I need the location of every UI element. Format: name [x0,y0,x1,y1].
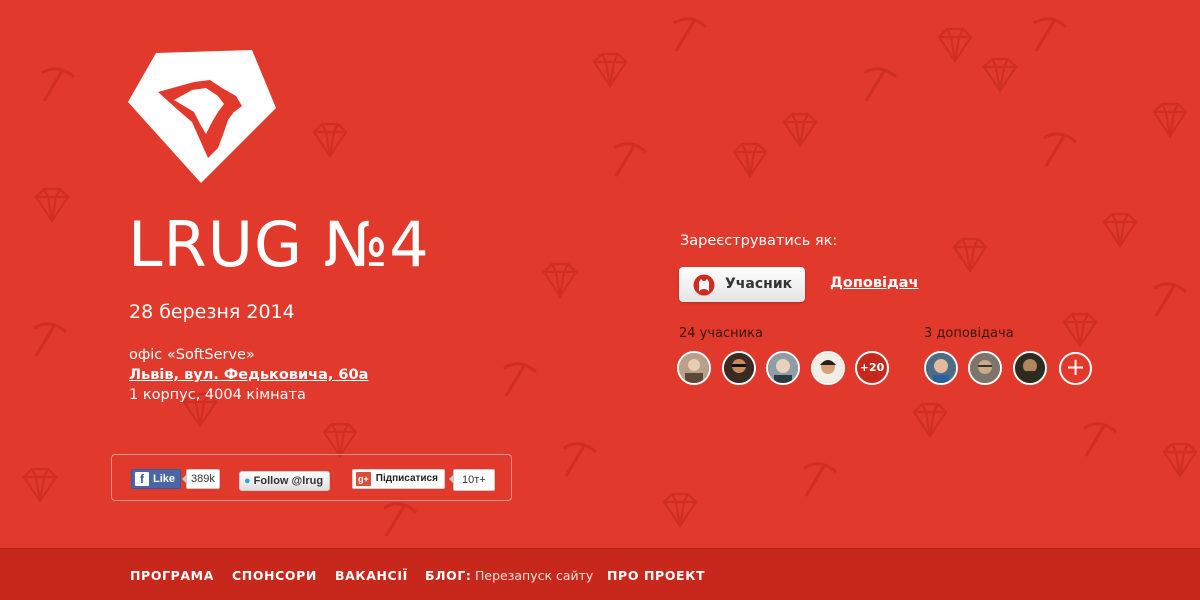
event-venue: офіс «SoftServe» Львів, вул. Федьковича,… [129,345,368,405]
speaker-avatar[interactable] [924,351,958,385]
facebook-like-widget: f Like 389k [131,469,220,489]
venue-address-link[interactable]: Львів, вул. Федьковича, 60а [129,365,368,385]
twitter-icon: ● [244,475,251,487]
gplus-icon: g+ [356,472,371,486]
twitter-follow-widget: ● Follow @lrug [239,469,331,491]
nav-sponsors[interactable]: СПОНСОРИ [232,568,317,583]
nav-jobs[interactable]: ВАКАНСІЇ [335,568,408,583]
register-member-label: Учасник [725,276,793,292]
add-speaker-button[interactable]: + [1059,352,1092,385]
gplus-widget: g+ Підписатися 10т+ [352,469,495,491]
register-speaker-link[interactable]: Доповідач [830,275,918,291]
nav-blog-latest-post[interactable]: Перезапуск сайту [475,568,593,583]
registration-label: Зареєструватись як: [680,233,838,249]
facebook-like-count: 389k [182,469,220,489]
ruby-lion-logo [128,50,276,183]
venue-room: 1 корпус, 4004 кімната [129,387,306,403]
nav-blog[interactable]: БЛОГ: [425,568,472,583]
social-buttons: f Like 389k ● Follow @lrug g+ Підписатися 10т… [111,454,512,501]
facebook-like-button[interactable]: f Like [131,469,182,489]
venue-office: офіс «SoftServe» [129,347,255,363]
register-member-button[interactable]: Учасник [679,267,805,302]
participants-count: 24 учасника [679,326,763,341]
facebook-like-label: Like [153,473,176,485]
facebook-icon: f [135,472,149,486]
speaker-avatar[interactable] [968,351,1002,385]
github-icon [693,274,715,296]
participant-avatar[interactable] [811,351,845,385]
twitter-follow-button[interactable]: ● Follow @lrug [239,471,331,491]
event-title: LRUG №4 [128,208,430,281]
participant-avatar[interactable] [677,351,711,385]
participant-avatar[interactable] [722,351,756,385]
footer-nav: ПРОГРАМА СПОНСОРИ ВАКАНСІЇ БЛОГ: Перезап… [0,548,1200,600]
gplus-subscribe-label: Підписатися [375,473,438,484]
nav-program[interactable]: ПРОГРАМА [130,568,214,583]
twitter-follow-label: Follow @lrug [253,475,324,487]
gplus-count: 10т+ [448,469,495,491]
nav-about[interactable]: ПРО ПРОЕКТ [607,568,705,583]
gplus-subscribe-button[interactable]: g+ Підписатися [352,469,445,489]
participants-more-button[interactable]: +20 [855,351,889,385]
speakers-count: 3 доповідача [924,326,1014,341]
event-date: 28 березня 2014 [129,301,295,323]
participant-avatar[interactable] [766,351,800,385]
speaker-avatar[interactable] [1013,351,1047,385]
